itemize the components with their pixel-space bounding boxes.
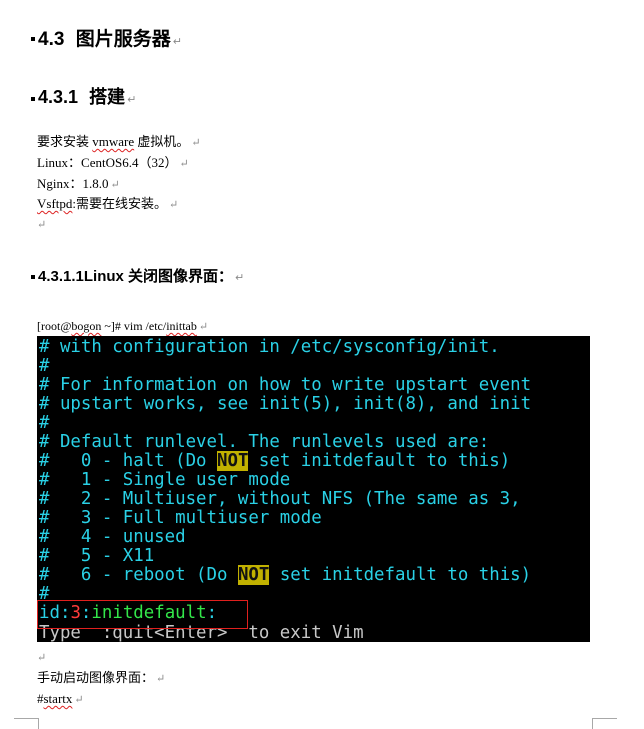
empty-paragraph: ↵ xyxy=(37,216,46,233)
terminal-line: # For information on how to write upstar… xyxy=(39,375,532,395)
requirement-text: 虚拟机。 xyxy=(134,134,190,149)
paragraph-mark: ↵ xyxy=(156,673,166,685)
requirement-line-vmware: 要求安装 vmware 虚拟机。 ↵ xyxy=(37,134,201,151)
startx-command: startx xyxy=(43,691,73,706)
heading-bullet xyxy=(31,275,35,279)
heading-4-3: 4.3 图片服务器 ↵ xyxy=(38,24,182,51)
heading-4-3-1-number: 4.3.1 xyxy=(38,87,79,107)
command-text: ~]# vim /etc/ xyxy=(101,319,167,333)
terminal-text: set initdefault to this) xyxy=(248,451,511,471)
heading-4-3-number: 4.3 xyxy=(38,29,65,50)
page-corner-mark-left xyxy=(14,718,39,729)
vmware-word: vmware xyxy=(92,134,135,149)
terminal-line-halt: # 0 - halt (Do NOT set initdefault to th… xyxy=(39,451,511,471)
terminal-line: # 1 - Single user mode xyxy=(39,470,291,490)
paragraph-mark: ↵ xyxy=(127,94,137,106)
terminal-text: # 6 - reboot (Do xyxy=(39,565,238,585)
heading-bullet xyxy=(31,97,35,101)
terminal-line: # upstart works, see init(5), init(8), a… xyxy=(39,394,532,414)
requirement-line-nginx: Nginx：1.8.0 ↵ xyxy=(37,176,120,193)
manual-start-line: 手动启动图像界面： ↵ xyxy=(37,670,165,687)
vim-command-line: [root@bogon ~]# vim /etc/inittab ↵ xyxy=(37,318,208,335)
requirement-text: Linux：CentOS6.4（32） xyxy=(37,155,178,170)
page-corner-mark-right xyxy=(592,718,617,729)
vsftpd-word: Vsftpd xyxy=(37,196,73,211)
terminal-line: # xyxy=(39,356,50,376)
terminal-text: # 0 - halt (Do xyxy=(39,451,217,471)
paragraph-mark: ↵ xyxy=(172,36,182,48)
paragraph-mark: ↵ xyxy=(110,179,120,191)
paragraph-mark: ↵ xyxy=(74,694,84,706)
paragraph-mark: ↵ xyxy=(37,652,47,664)
not-highlight: NOT xyxy=(217,451,249,471)
requirement-text: 要求安装 xyxy=(37,134,93,149)
terminal-screenshot: # with configuration in /etc/sysconfig/i… xyxy=(37,336,590,642)
heading-4-3-1-title: 搭建 xyxy=(89,87,126,107)
paragraph-mark: ↵ xyxy=(191,137,201,149)
terminal-line-reboot: # 6 - reboot (Do NOT set initdefault to … xyxy=(39,565,532,585)
terminal-line: # 4 - unused xyxy=(39,527,186,547)
heading-4-3-1-1: 4.3.1.1Linux 关闭图像界面： ↵ xyxy=(38,265,244,286)
heading-4-3-1-1-text: 4.3.1.1Linux 关闭图像界面： xyxy=(38,268,234,285)
command-host: bogon xyxy=(71,319,102,333)
heading-4-3-title: 图片服务器 xyxy=(75,29,171,50)
startx-line: #startx ↵ xyxy=(37,691,84,708)
requirement-line-vsftpd: Vsftpd:需要在线安装。 ↵ xyxy=(37,196,178,213)
paragraph-mark: ↵ xyxy=(198,321,209,333)
empty-paragraph: ↵ xyxy=(37,649,46,666)
heading-bullet xyxy=(31,37,35,41)
requirement-line-linux: Linux：CentOS6.4（32） ↵ xyxy=(37,155,189,172)
terminal-line: # Default runlevel. The runlevels used a… xyxy=(39,432,490,452)
annotation-box xyxy=(37,600,248,629)
requirement-text: Nginx：1.8.0 xyxy=(37,176,109,191)
paragraph-mark: ↵ xyxy=(179,158,189,170)
terminal-line: # xyxy=(39,413,50,433)
heading-4-3-1: 4.3.1 搭建 ↵ xyxy=(38,83,136,109)
terminal-text: set initdefault to this) xyxy=(269,565,532,585)
paragraph-mark: ↵ xyxy=(37,219,47,231)
command-file: inittab xyxy=(166,319,197,333)
not-highlight: NOT xyxy=(237,565,270,585)
terminal-line: # 3 - Full multiuser mode xyxy=(39,508,322,528)
terminal-line: # 2 - Multiuser, without NFS (The same a… xyxy=(39,489,521,509)
command-text: [root@ xyxy=(37,319,72,333)
manual-start-text: 手动启动图像界面： xyxy=(37,670,155,685)
terminal-line: # with configuration in /etc/sysconfig/i… xyxy=(39,337,500,357)
requirement-text: :需要在线安装。 xyxy=(72,196,168,211)
terminal-line: # 5 - X11 xyxy=(39,546,155,566)
paragraph-mark: ↵ xyxy=(235,272,245,284)
paragraph-mark: ↵ xyxy=(169,199,179,211)
